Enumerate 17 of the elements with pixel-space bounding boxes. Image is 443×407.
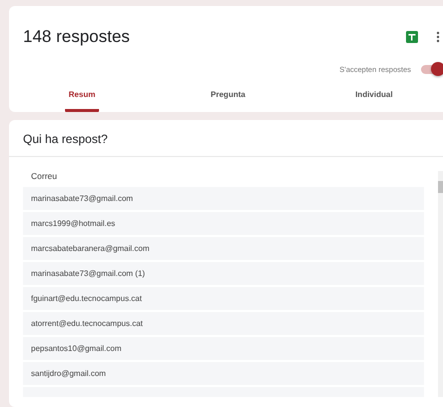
- email-row: marcs1999@hotmail.es: [23, 212, 424, 235]
- email-row: fguinart@edu.tecnocampus.cat: [23, 287, 424, 310]
- tab[interactable]: Pregunta: [206, 82, 250, 112]
- column-header: Correu: [30, 171, 58, 183]
- email-row: pepsantos10@gmail.com: [23, 337, 424, 360]
- section-title: Qui ha respost?: [9, 120, 443, 157]
- tab[interactable]: Individual: [351, 82, 397, 112]
- response-count-title: 148 respostes: [23, 27, 131, 47]
- spreadsheet-icon[interactable]: [405, 30, 419, 44]
- scrollbar[interactable]: [438, 171, 443, 397]
- email-row: marinasabate73@gmail.com: [23, 187, 424, 210]
- email-row: marinasabate73@gmail.com (1): [23, 262, 424, 285]
- tab[interactable]: Resum: [64, 82, 100, 112]
- accepting-toggle[interactable]: [421, 64, 443, 74]
- email-row: santijdro@gmail.com: [23, 362, 424, 385]
- email-row: marcsabatebaranera@gmail.com: [23, 237, 424, 260]
- email-row: atorrent@edu.tecnocampus.cat: [23, 312, 424, 335]
